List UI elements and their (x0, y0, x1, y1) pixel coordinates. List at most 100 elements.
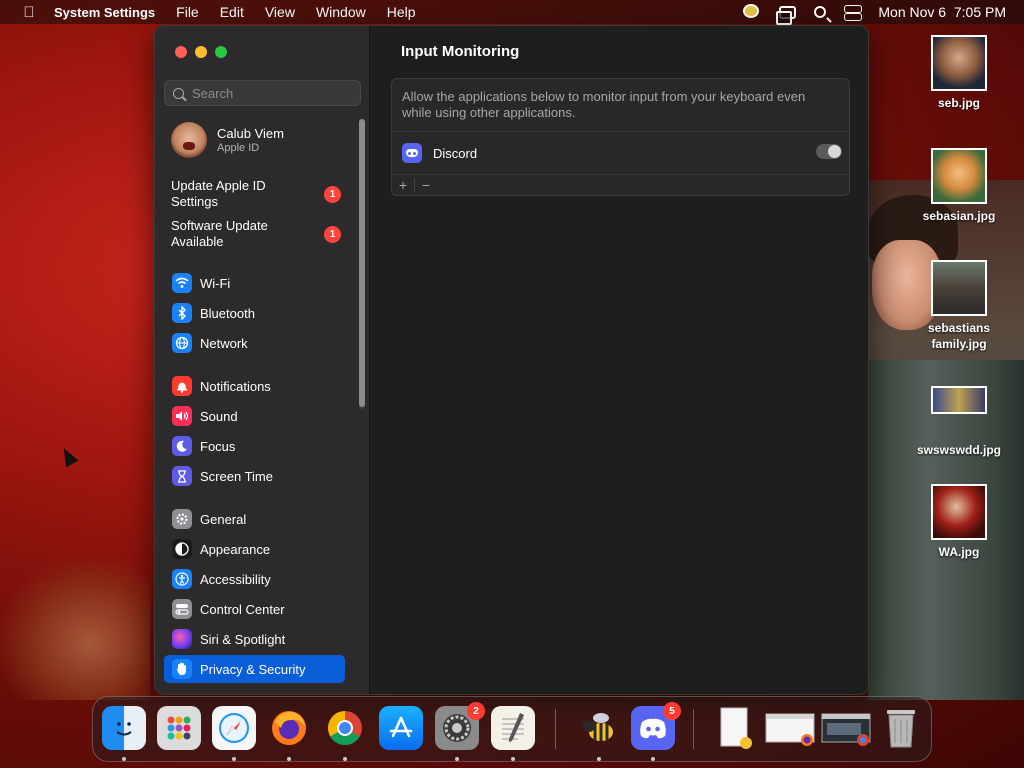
divider (392, 174, 849, 175)
minimized-document-icon[interactable] (713, 706, 757, 750)
sidebar-item-label: Privacy & Security (200, 661, 306, 677)
sidebar-item-label: Control Center (200, 601, 285, 617)
sidebar-item-notifications[interactable]: Notifications (164, 372, 345, 400)
menu-app-name[interactable]: System Settings (54, 5, 155, 20)
menu-edit[interactable]: Edit (220, 4, 244, 20)
desktop-file-label: sebasian.jpg (922, 209, 996, 223)
firefox-icon[interactable] (267, 706, 311, 750)
desktop-file-label: sebastians family.jpg (927, 321, 991, 351)
sidebar-scroll-thumb[interactable] (359, 119, 365, 407)
running-indicator (122, 757, 126, 761)
sidebar-item-label: Wi-Fi (200, 275, 231, 291)
remove-app-button[interactable]: − (415, 175, 437, 195)
zoom-window-button[interactable] (215, 46, 227, 58)
running-indicator (343, 757, 347, 761)
sidebar-item-focus[interactable]: Focus (164, 432, 345, 460)
page-title: Input Monitoring (401, 43, 520, 60)
image-thumbnail (931, 386, 987, 414)
apple-id-profile[interactable]: Calub Viem Apple ID (171, 120, 356, 160)
discord-permission-toggle[interactable] (816, 144, 842, 159)
alert-update-apple-id[interactable]: Update Apple ID Settings 1 (171, 178, 341, 210)
profile-subtitle: Apple ID (217, 142, 260, 154)
sidebar-item-siri-spotlight[interactable]: Siri & Spotlight (164, 625, 345, 653)
minimized-window-chrome[interactable] (821, 706, 871, 750)
desktop-file-label: swswswdd.jpg (916, 443, 1001, 457)
menu-bar:  System Settings File Edit View Window … (0, 0, 1024, 25)
divider (392, 131, 849, 132)
appearance-icon (172, 539, 192, 559)
sidebar-item-label: Focus (200, 438, 236, 454)
sidebar-item-general[interactable]: General (164, 505, 345, 533)
menu-file[interactable]: File (176, 4, 199, 20)
desktop-file-sebastians-family[interactable]: sebastians family.jpg (904, 260, 1014, 352)
window-controls (175, 46, 227, 58)
content-pane: Input Monitoring Allow the applications … (371, 26, 868, 694)
sidebar-item-sound[interactable]: Sound (164, 402, 345, 430)
app-store-icon[interactable] (379, 706, 423, 750)
profile-name: Calub Viem (217, 126, 284, 141)
finder-icon[interactable] (102, 706, 146, 750)
screen-mirroring-icon[interactable] (776, 5, 797, 25)
system-settings-window: Calub Viem Apple ID Update Apple ID Sett… (154, 25, 869, 695)
image-thumbnail (931, 260, 987, 316)
minimize-window-button[interactable] (195, 46, 207, 58)
control-center-icon[interactable] (844, 5, 863, 21)
sidebar-item-label: Bluetooth (200, 305, 255, 321)
input-monitoring-panel: Allow the applications below to monitor … (391, 78, 850, 196)
globe-icon (172, 333, 192, 353)
sidebar: Calub Viem Apple ID Update Apple ID Sett… (155, 26, 370, 694)
sidebar-item-appearance[interactable]: Appearance (164, 535, 345, 563)
search-icon (173, 87, 184, 99)
menu-view[interactable]: View (265, 4, 295, 20)
notification-badge: 2 (467, 702, 485, 720)
hourglass-icon (172, 466, 192, 486)
sidebar-item-bluetooth[interactable]: Bluetooth (164, 299, 345, 327)
app-name: Discord (433, 145, 478, 161)
alert-software-update[interactable]: Software Update Available 1 (171, 218, 341, 250)
add-app-button[interactable]: + (392, 175, 414, 195)
trash-icon[interactable] (879, 706, 923, 750)
running-indicator (232, 757, 236, 761)
desktop-file-seb[interactable]: seb.jpg (904, 35, 1014, 111)
minimized-window-firefox[interactable] (765, 706, 815, 750)
spotlight-search-icon[interactable] (814, 6, 827, 18)
sidebar-item-control-center[interactable]: Control Center (164, 595, 345, 623)
sidebar-item-label: Sound (200, 408, 238, 424)
apple-menu-icon[interactable]:  (18, 4, 40, 21)
launchpad-icon[interactable] (157, 706, 201, 750)
wifi-icon (172, 273, 192, 293)
close-window-button[interactable] (175, 46, 187, 58)
bell-icon (172, 376, 192, 396)
menu-help[interactable]: Help (387, 4, 416, 20)
sidebar-item-privacy-security[interactable]: Privacy & Security (164, 655, 345, 683)
sidebar-item-label: Appearance (200, 541, 271, 557)
sidebar-item-network[interactable]: Network (164, 329, 345, 357)
avatar (171, 122, 207, 158)
bee-status-icon[interactable] (743, 4, 761, 20)
discord-dock-icon[interactable]: 5 (631, 702, 681, 750)
sidebar-item-accessibility[interactable]: Accessibility (164, 565, 345, 593)
sidebar-item-screen-time[interactable]: Screen Time (164, 462, 345, 490)
search-input[interactable] (192, 85, 352, 101)
sidebar-item-label: Accessibility (200, 571, 271, 587)
desktop-file-sebasian[interactable]: sebasian.jpg (904, 148, 1014, 224)
alert-label: Update Apple ID Settings (171, 178, 266, 209)
sidebar-item-wifi[interactable]: Wi-Fi (164, 269, 345, 297)
dock-separator (693, 709, 694, 749)
desktop-file-wa[interactable]: WA.jpg (904, 484, 1014, 560)
menu-window[interactable]: Window (316, 4, 366, 20)
discord-icon (402, 143, 422, 163)
running-indicator (455, 757, 459, 761)
chrome-icon[interactable] (323, 706, 367, 750)
safari-icon[interactable] (212, 706, 256, 750)
sidebar-item-label: Network (200, 335, 248, 351)
desktop-file-swswswdd[interactable]: swswswdd.jpg (904, 386, 1014, 458)
bee-app-icon[interactable] (577, 706, 621, 750)
running-indicator (651, 757, 655, 761)
system-settings-icon[interactable]: 2 (435, 702, 485, 750)
textedit-icon[interactable] (491, 706, 535, 750)
menu-clock[interactable]: Mon Nov 6 7:05 PM (878, 4, 1006, 20)
sidebar-item-label: Siri & Spotlight (200, 631, 286, 647)
app-row-discord: Discord (402, 141, 842, 165)
sidebar-item-label: Screen Time (200, 468, 273, 484)
